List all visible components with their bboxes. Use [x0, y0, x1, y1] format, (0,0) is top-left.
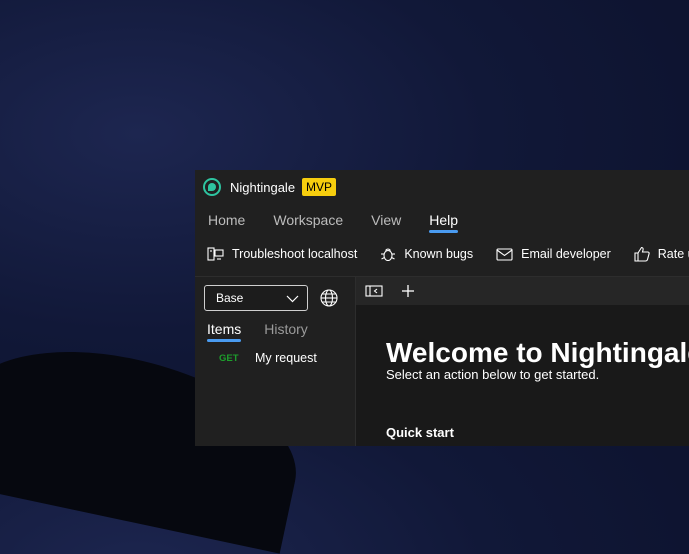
- environment-value: Base: [216, 291, 244, 305]
- app-window: Nightingale MVP Home Workspace View Help…: [195, 170, 689, 446]
- rate-us-button[interactable]: Rate us: [634, 246, 689, 262]
- collapse-panel-icon: [365, 285, 383, 297]
- tab-bar: [356, 277, 689, 305]
- request-item[interactable]: GET My request: [219, 351, 317, 365]
- tab-history[interactable]: History: [264, 321, 308, 337]
- tab-items[interactable]: Items: [207, 321, 242, 342]
- chevron-down-icon: [286, 295, 299, 303]
- welcome-heading: Welcome to Nightingale: [386, 337, 689, 368]
- mvp-badge: MVP: [302, 178, 337, 196]
- sidebar-tabs: Items History: [207, 321, 331, 342]
- globe-icon[interactable]: [320, 289, 338, 307]
- plus-icon: [402, 285, 414, 297]
- known-bugs-label: Known bugs: [404, 247, 474, 261]
- email-developer-label: Email developer: [521, 247, 611, 261]
- troubleshoot-label: Troubleshoot localhost: [232, 247, 358, 261]
- menu-bar: Home Workspace View Help: [195, 204, 689, 236]
- request-method: GET: [219, 352, 239, 364]
- sidebar: Base Items History GET My request: [195, 277, 356, 446]
- tab-workspace[interactable]: Workspace: [273, 212, 343, 228]
- quick-start-heading: Quick start: [386, 425, 454, 440]
- email-developer-button[interactable]: Email developer: [496, 247, 611, 261]
- thumbs-up-icon: [634, 246, 650, 262]
- troubleshoot-localhost-button[interactable]: Troubleshoot localhost: [207, 246, 358, 262]
- mail-icon: [496, 247, 513, 261]
- tab-help[interactable]: Help: [429, 212, 458, 233]
- new-tab-button[interactable]: [398, 281, 418, 301]
- collapse-panel-button[interactable]: [364, 281, 384, 301]
- rate-us-label: Rate us: [657, 247, 689, 261]
- app-title: Nightingale: [230, 179, 296, 195]
- main-panel: Welcome to Nightingale Select an action …: [356, 277, 689, 446]
- workspace-body: Base Items History GET My request Welcom…: [195, 276, 689, 446]
- help-ribbon: Troubleshoot localhost Known bugs Email …: [195, 236, 689, 272]
- computer-icon: [207, 246, 224, 261]
- known-bugs-button[interactable]: Known bugs: [380, 246, 473, 262]
- bug-icon: [381, 248, 396, 262]
- tab-home[interactable]: Home: [208, 212, 245, 228]
- app-logo-icon: [203, 178, 221, 196]
- environment-select[interactable]: Base: [204, 285, 308, 311]
- title-bar: Nightingale MVP: [195, 170, 689, 204]
- welcome-subtitle: Select an action below to get started.: [386, 367, 600, 382]
- request-name: My request: [255, 351, 317, 365]
- tab-view[interactable]: View: [371, 212, 401, 228]
